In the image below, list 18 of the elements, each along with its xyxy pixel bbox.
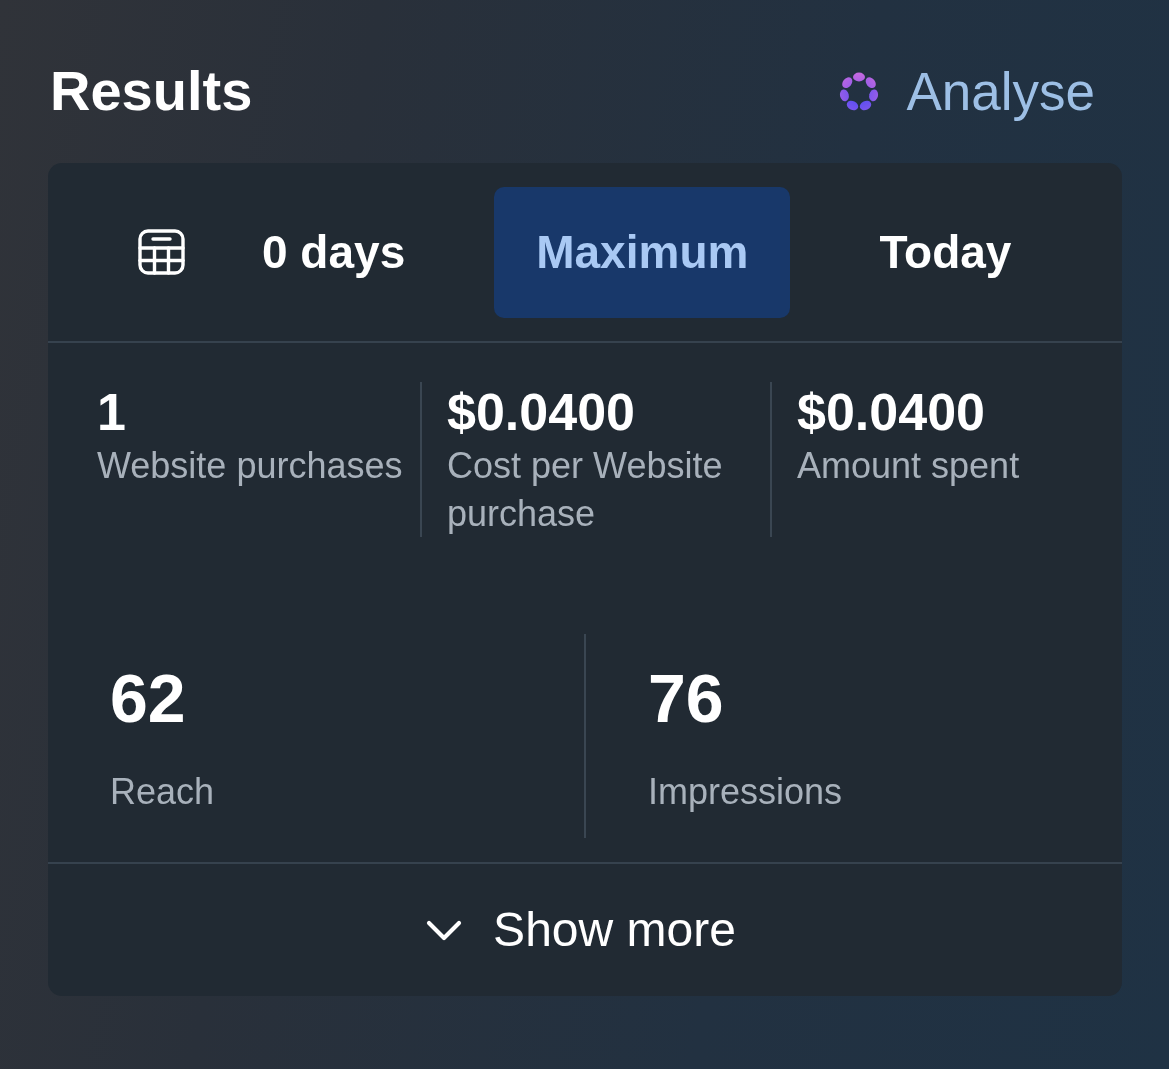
metric-value: 62 [110,659,187,738]
period-tab[interactable]: 0 days [220,186,448,318]
metric-label: Amount spent [797,444,1021,488]
show-more-button[interactable]: Show more [416,894,746,966]
metric-label: Reach [110,770,216,814]
period-tab[interactable]: Maximum [494,186,791,318]
metric-value: 76 [648,659,725,738]
period-tab[interactable]: Today [837,186,1054,318]
metric-value: $0.0400 [797,382,986,442]
metric-value: 1 [97,382,127,442]
chevron-down-icon [426,919,463,941]
metric-label: Website purchases [97,444,404,488]
calendar-icon[interactable] [138,229,185,275]
metric-label: Cost per Website purchase [447,444,724,536]
analyse-button[interactable]: Analyse [836,59,1095,124]
metric-value: $0.0400 [447,382,636,442]
page-title: Results [50,59,253,124]
metric-label: Impressions [648,770,844,814]
